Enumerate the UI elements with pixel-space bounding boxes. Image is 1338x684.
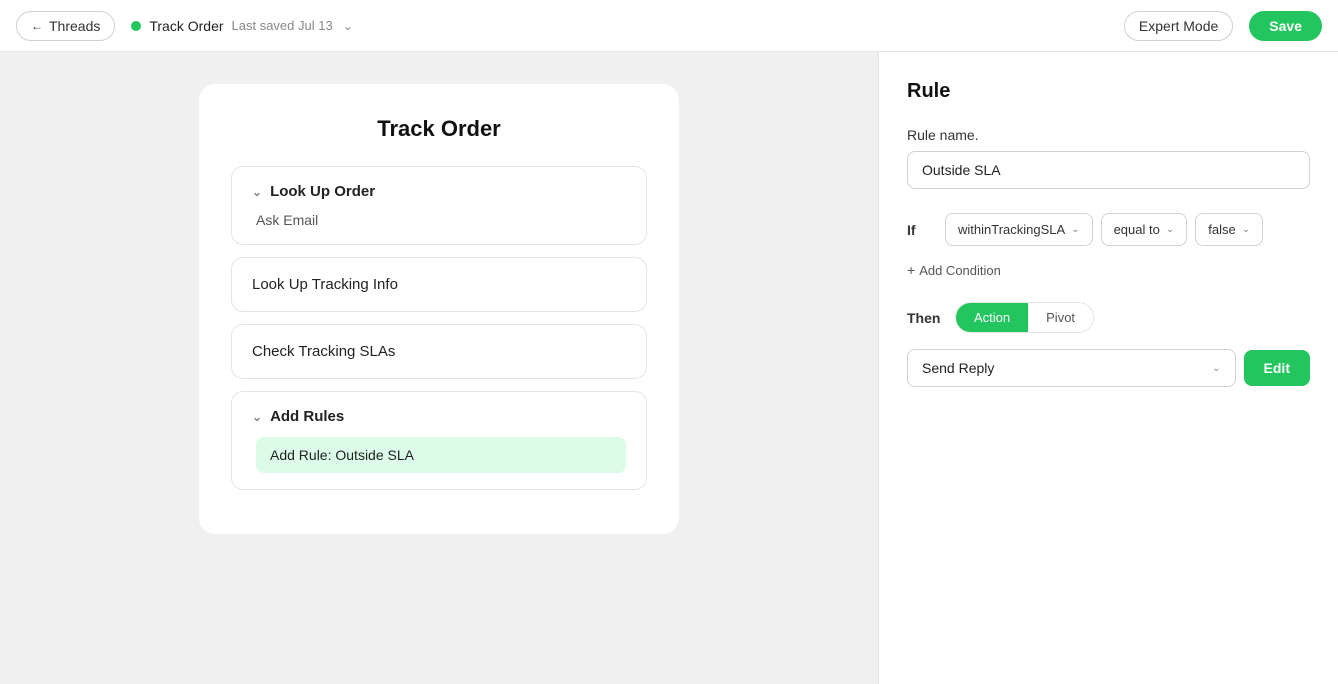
add-rules-header: ⌄ Add Rules [252, 408, 626, 425]
chevron-down-icon: ⌄ [252, 185, 262, 199]
chevron-down-icon-3: ⌄ [1071, 224, 1079, 235]
tab-pivot[interactable]: Pivot [1028, 303, 1093, 332]
then-label: Then [907, 310, 947, 326]
condition-operator-value: equal to [1114, 222, 1160, 237]
rule-name-input[interactable] [907, 151, 1310, 189]
back-arrow-icon: ← [31, 19, 43, 33]
saved-label: Last saved Jul 13 [232, 18, 333, 33]
chevron-down-icon-5: ⌄ [1242, 224, 1250, 235]
tab-action[interactable]: Action [956, 303, 1028, 332]
look-up-order-content: Ask Email [252, 212, 626, 228]
expert-mode-button[interactable]: Expert Mode [1124, 11, 1233, 41]
look-up-order-label: Look Up Order [270, 183, 375, 200]
flow-canvas: Track Order ⌄ Look Up Order Ask Email Lo… [0, 52, 878, 684]
highlighted-rule-label: Add Rule: Outside SLA [270, 447, 414, 463]
panel-title: Rule [907, 80, 1310, 103]
chevron-down-icon-4: ⌄ [1166, 224, 1174, 235]
action-row: Send Reply ⌄ Edit [907, 349, 1310, 387]
ask-email-label: Ask Email [256, 212, 318, 228]
flow-title: Track Order [231, 116, 647, 142]
condition-value-dropdown[interactable]: false ⌄ [1195, 213, 1263, 246]
track-order-badge: Track Order Last saved Jul 13 ⌄ [131, 17, 354, 35]
chevron-down-icon-2: ⌄ [252, 410, 262, 424]
threads-button[interactable]: ← Threads [16, 11, 115, 41]
flow-block-look-up-order[interactable]: ⌄ Look Up Order Ask Email [231, 166, 647, 245]
status-dot-icon [131, 21, 141, 31]
main-layout: Track Order ⌄ Look Up Order Ask Email Lo… [0, 52, 1338, 684]
if-row: If withinTrackingSLA ⌄ equal to ⌄ false … [907, 213, 1310, 246]
condition-field-dropdown[interactable]: withinTrackingSLA ⌄ [945, 213, 1093, 246]
action-pivot-tabs: Action Pivot [955, 302, 1094, 333]
flow-block-add-rules[interactable]: ⌄ Add Rules Add Rule: Outside SLA [231, 391, 647, 490]
rule-name-label: Rule name. [907, 127, 1310, 143]
flow-block-look-up-tracking-info[interactable]: Look Up Tracking Info [231, 257, 647, 312]
threads-label: Threads [49, 18, 100, 34]
track-order-title: Track Order [149, 18, 223, 34]
highlighted-rule-item[interactable]: Add Rule: Outside SLA [256, 437, 626, 473]
look-up-tracking-info-label: Look Up Tracking Info [252, 276, 398, 293]
flow-block-check-tracking-slas[interactable]: Check Tracking SLAs [231, 324, 647, 379]
right-panel: Rule Rule name. If withinTrackingSLA ⌄ e… [878, 52, 1338, 684]
look-up-order-header: ⌄ Look Up Order [252, 183, 626, 200]
action-value: Send Reply [922, 360, 994, 376]
action-dropdown[interactable]: Send Reply ⌄ [907, 349, 1236, 387]
edit-button[interactable]: Edit [1244, 350, 1310, 386]
then-row: Then Action Pivot [907, 302, 1310, 333]
track-order-chevron[interactable]: ⌄ [341, 17, 355, 35]
add-condition-button[interactable]: + Add Condition [907, 258, 1310, 282]
condition-operator-dropdown[interactable]: equal to ⌄ [1101, 213, 1188, 246]
top-bar: ← Threads Track Order Last saved Jul 13 … [0, 0, 1338, 52]
flow-container: Track Order ⌄ Look Up Order Ask Email Lo… [199, 84, 679, 534]
add-condition-label: Add Condition [919, 263, 1001, 278]
add-rules-content: Add Rule: Outside SLA [252, 437, 626, 473]
plus-icon: + [907, 262, 915, 278]
save-button[interactable]: Save [1249, 11, 1322, 41]
chevron-down-icon-6: ⌄ [1212, 363, 1220, 374]
if-label: If [907, 222, 937, 238]
add-rules-label: Add Rules [270, 408, 344, 425]
condition-field-value: withinTrackingSLA [958, 222, 1065, 237]
condition-value-value: false [1208, 222, 1235, 237]
check-tracking-slas-label: Check Tracking SLAs [252, 343, 395, 360]
